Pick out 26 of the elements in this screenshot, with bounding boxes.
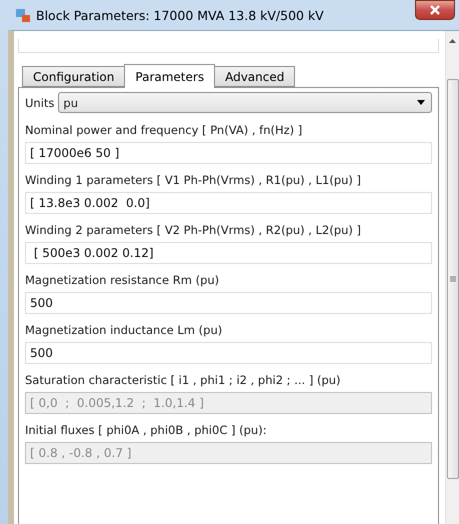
close-icon bbox=[429, 5, 441, 15]
scrollbar[interactable] bbox=[445, 31, 459, 524]
window-title: Block Parameters: 17000 MVA 13.8 kV/500 kV bbox=[36, 8, 324, 22]
parameter-field[interactable]: 500 bbox=[25, 292, 432, 314]
units-dropdown[interactable]: pu bbox=[58, 92, 432, 113]
scrollbar-thumb[interactable] bbox=[446, 79, 458, 479]
grip-icon bbox=[450, 276, 456, 282]
parameter-field[interactable]: [ 500e3 0.002 0.12] bbox=[25, 242, 432, 264]
parameter-label: Nominal power and frequency [ Pn(VA) , fn(Hz) ] bbox=[25, 123, 304, 137]
units-label: Units bbox=[25, 96, 54, 110]
parameter-label: Magnetization inductance Lm (pu) bbox=[25, 323, 224, 337]
parameter-label: Winding 1 parameters [ V1 Ph-Ph(Vrms) , R1(pu) , L1(pu) ] bbox=[25, 173, 362, 187]
parameter-field[interactable]: [ 17000e6 50 ] bbox=[25, 142, 432, 164]
parameter-label: Initial fluxes [ phi0A , phi0B , phi0C ] (pu): bbox=[25, 423, 268, 437]
close-button[interactable] bbox=[415, 0, 455, 20]
scroll-up-icon bbox=[449, 39, 456, 43]
block-icon bbox=[16, 8, 30, 22]
parameter-field[interactable]: 500 bbox=[25, 342, 432, 364]
parameter-label: Magnetization resistance Rm (pu) bbox=[25, 273, 220, 287]
parameter-label: Winding 2 parameters [ V2 Ph-Ph(Vrms) , R2(pu) , L2(pu) ] bbox=[25, 223, 362, 237]
tab[interactable]: Advanced bbox=[214, 66, 296, 87]
tab[interactable]: Parameters bbox=[124, 64, 216, 88]
parameter-field[interactable]: [ 13.8e3 0.002 0.0] bbox=[25, 192, 432, 214]
caret-icon bbox=[417, 100, 425, 105]
tab[interactable]: Configuration bbox=[22, 66, 126, 87]
parameter-label: Saturation characteristic [ i1 , phi1 ; i2 , phi2 ; ... ] (pu) bbox=[25, 373, 342, 387]
